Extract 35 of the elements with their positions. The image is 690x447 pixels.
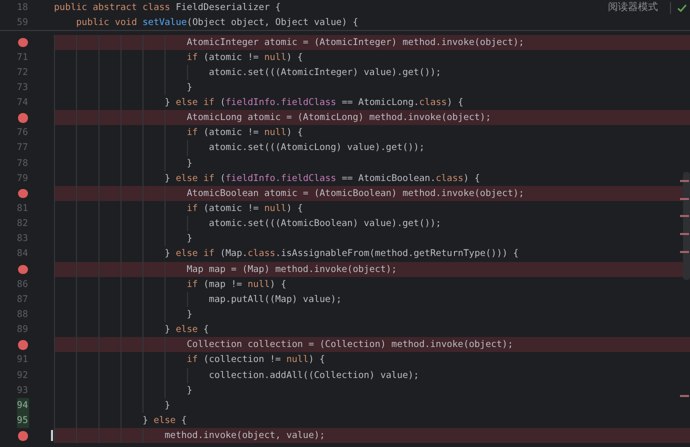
line-number: 82 [16, 217, 28, 232]
check-icon[interactable] [677, 4, 687, 12]
reader-mode-button[interactable]: 阅读器模式 [606, 1, 660, 15]
line-number: 74 [16, 96, 28, 110]
breakpoint-icon[interactable] [18, 340, 28, 350]
sticky-code-line: public abstract class FieldDeserializer { [54, 1, 281, 15]
line-number: 78 [16, 156, 28, 171]
breakpoint-icon[interactable] [18, 38, 28, 47]
sticky-code-line: public void setValue(Object object, Object value) { [75, 16, 358, 30]
breakpoint-icon[interactable] [18, 188, 28, 198]
line-number: 59 [16, 16, 28, 30]
line-number: 94 [16, 398, 28, 413]
line-number: 73 [16, 80, 28, 95]
breakpoint-icon[interactable] [18, 264, 28, 274]
line-number: 83 [16, 232, 28, 246]
line-number: 18 [16, 1, 28, 15]
line-number: 89 [16, 323, 28, 338]
line-number: 76 [16, 126, 28, 140]
line-number: 77 [16, 141, 28, 156]
line-number: 88 [16, 308, 28, 322]
line-number: 91 [16, 353, 28, 368]
line-number: 79 [16, 172, 28, 186]
line-number: 87 [16, 292, 28, 307]
line-number: 71 [16, 50, 28, 65]
line-number: 86 [16, 278, 28, 292]
text-cursor [51, 430, 52, 442]
line-number: 84 [16, 247, 28, 262]
line-number: 92 [16, 368, 28, 383]
breakpoint-icon[interactable] [18, 431, 28, 441]
line-number: 72 [16, 66, 28, 80]
breakpoint-icon[interactable] [18, 113, 28, 123]
line-number: 81 [16, 202, 28, 216]
line-number: 93 [16, 384, 28, 398]
scrollbar-thumb[interactable] [683, 172, 690, 280]
line-number: 95 [16, 414, 28, 428]
